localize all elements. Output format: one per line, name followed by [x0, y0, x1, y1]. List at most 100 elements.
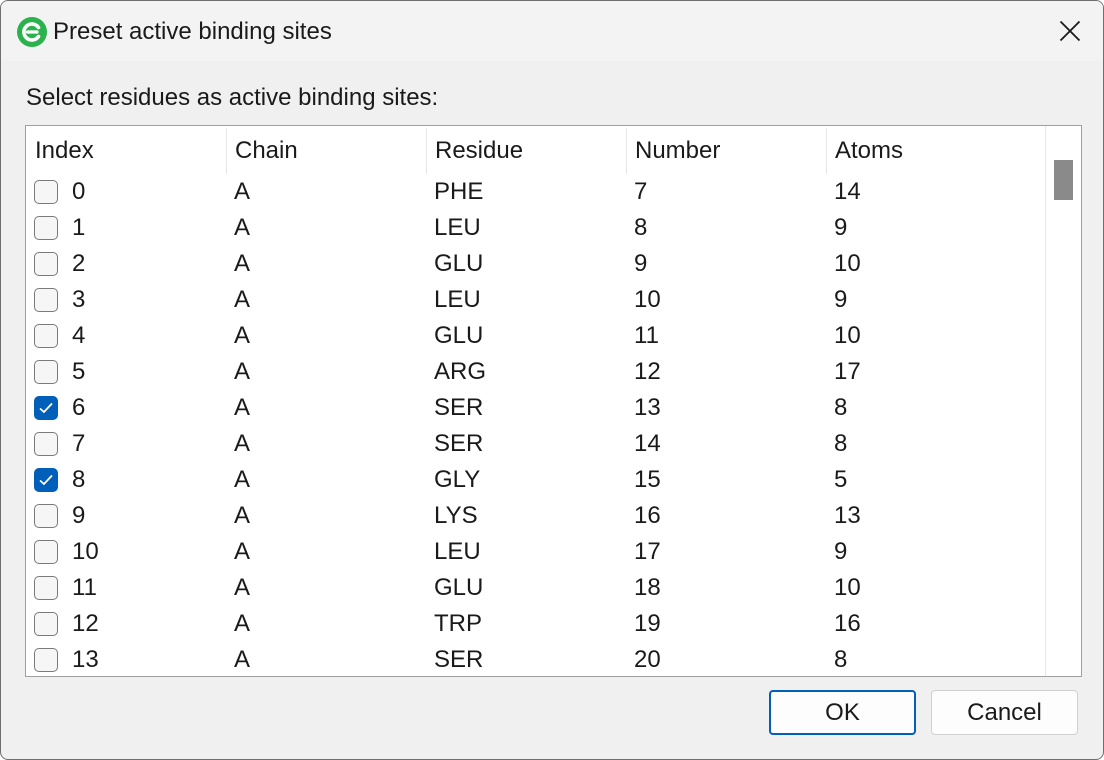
cell-number: 15	[634, 466, 661, 493]
table-row[interactable]: 13 A SER 20 8	[26, 642, 1044, 676]
cell-residue: TRP	[434, 610, 482, 637]
table-row[interactable]: 3 A LEU 10 9	[26, 282, 1044, 318]
vertical-scrollbar[interactable]	[1045, 126, 1081, 676]
table-row[interactable]: 7 A SER 14 8	[26, 426, 1044, 462]
cell-index: 9	[72, 502, 86, 529]
cell-number: 20	[634, 646, 661, 673]
cell-residue: PHE	[434, 178, 484, 205]
cell-index: 2	[72, 250, 86, 277]
cell-index: 8	[72, 466, 86, 493]
cancel-button[interactable]: Cancel	[931, 690, 1078, 735]
cell-residue: GLU	[434, 574, 484, 601]
cell-atoms: 14	[834, 178, 861, 205]
cell-atoms: 13	[834, 502, 861, 529]
table-row[interactable]: 1 A LEU 8 9	[26, 210, 1044, 246]
app-logo-icon	[17, 17, 47, 47]
table-row[interactable]: 6 A SER 13 8	[26, 390, 1044, 426]
cell-residue: ARG	[434, 358, 487, 385]
cell-atoms: 8	[834, 430, 848, 457]
row-checkbox[interactable]	[34, 396, 58, 420]
cell-residue: GLU	[434, 250, 484, 277]
dialog-window: Preset active binding sites Select resid…	[0, 0, 1104, 760]
checkmark-icon	[39, 402, 53, 414]
cell-chain: A	[234, 250, 251, 277]
row-checkbox[interactable]	[34, 504, 58, 528]
table-row[interactable]: 9 A LYS 16 13	[26, 498, 1044, 534]
cell-residue: SER	[434, 430, 484, 457]
row-checkbox[interactable]	[34, 180, 58, 204]
table-row[interactable]: 8 A GLY 15 5	[26, 462, 1044, 498]
cell-chain: A	[234, 610, 251, 637]
cell-number: 12	[634, 358, 661, 385]
scrollbar-thumb[interactable]	[1054, 160, 1073, 200]
row-checkbox[interactable]	[34, 216, 58, 240]
column-header-chain[interactable]: Chain	[226, 126, 426, 176]
cell-chain: A	[234, 538, 251, 565]
cell-residue: GLY	[434, 466, 481, 493]
row-checkbox[interactable]	[34, 324, 58, 348]
cell-residue: LEU	[434, 286, 481, 313]
row-checkbox[interactable]	[34, 252, 58, 276]
column-header-residue[interactable]: Residue	[426, 126, 626, 176]
cell-index: 0	[72, 178, 86, 205]
cell-residue: LEU	[434, 214, 481, 241]
cell-chain: A	[234, 502, 251, 529]
close-icon	[1059, 20, 1081, 42]
cell-index: 4	[72, 322, 86, 349]
cell-residue: SER	[434, 646, 484, 673]
table-row[interactable]: 12 A TRP 19 16	[26, 606, 1044, 642]
cell-number: 13	[634, 394, 661, 421]
title-bar[interactable]: Preset active binding sites	[1, 1, 1103, 61]
ok-button[interactable]: OK	[769, 690, 916, 735]
cell-residue: GLU	[434, 322, 484, 349]
cell-index: 10	[72, 538, 99, 565]
cell-chain: A	[234, 574, 251, 601]
table-body: 0 A PHE 7 14 1 A LEU 8 9 2 A GLU 9 10 3 A LEU 10 9 4 A GLU 11 10…	[26, 174, 1044, 676]
cell-number: 9	[634, 250, 648, 277]
row-checkbox[interactable]	[34, 648, 58, 672]
cell-chain: A	[234, 286, 251, 313]
table-row[interactable]: 0 A PHE 7 14	[26, 174, 1044, 210]
cell-atoms: 10	[834, 574, 861, 601]
cell-atoms: 9	[834, 538, 848, 565]
cell-atoms: 16	[834, 610, 861, 637]
residue-table[interactable]: Index Chain Residue Number Atoms 0 A PHE 7 1…	[25, 125, 1082, 677]
cell-index: 1	[72, 214, 86, 241]
cell-number: 7	[634, 178, 648, 205]
cell-atoms: 9	[834, 214, 848, 241]
row-checkbox[interactable]	[34, 432, 58, 456]
cell-atoms: 10	[834, 250, 861, 277]
cell-atoms: 8	[834, 394, 848, 421]
close-button[interactable]	[1047, 9, 1093, 53]
cell-chain: A	[234, 394, 251, 421]
table-row[interactable]: 5 A ARG 12 17	[26, 354, 1044, 390]
cell-number: 16	[634, 502, 661, 529]
row-checkbox[interactable]	[34, 468, 58, 492]
cell-index: 12	[72, 610, 99, 637]
row-checkbox[interactable]	[34, 612, 58, 636]
cell-number: 8	[634, 214, 648, 241]
cell-chain: A	[234, 214, 251, 241]
cell-chain: A	[234, 178, 251, 205]
cell-chain: A	[234, 322, 251, 349]
cell-atoms: 9	[834, 286, 848, 313]
row-checkbox[interactable]	[34, 540, 58, 564]
row-checkbox[interactable]	[34, 576, 58, 600]
row-checkbox[interactable]	[34, 288, 58, 312]
cell-number: 18	[634, 574, 661, 601]
cell-chain: A	[234, 466, 251, 493]
table-row[interactable]: 4 A GLU 11 10	[26, 318, 1044, 354]
table-row[interactable]: 2 A GLU 9 10	[26, 246, 1044, 282]
window-title: Preset active binding sites	[53, 18, 332, 45]
cell-index: 3	[72, 286, 86, 313]
table-row[interactable]: 10 A LEU 17 9	[26, 534, 1044, 570]
cell-atoms: 5	[834, 466, 848, 493]
column-header-index[interactable]: Index	[26, 126, 226, 176]
row-checkbox[interactable]	[34, 360, 58, 384]
table-row[interactable]: 11 A GLU 18 10	[26, 570, 1044, 606]
column-header-number[interactable]: Number	[626, 126, 826, 176]
column-header-atoms[interactable]: Atoms	[826, 126, 1044, 176]
instruction-label: Select residues as active binding sites:	[26, 84, 439, 111]
cell-index: 5	[72, 358, 86, 385]
checkmark-icon	[39, 474, 53, 486]
